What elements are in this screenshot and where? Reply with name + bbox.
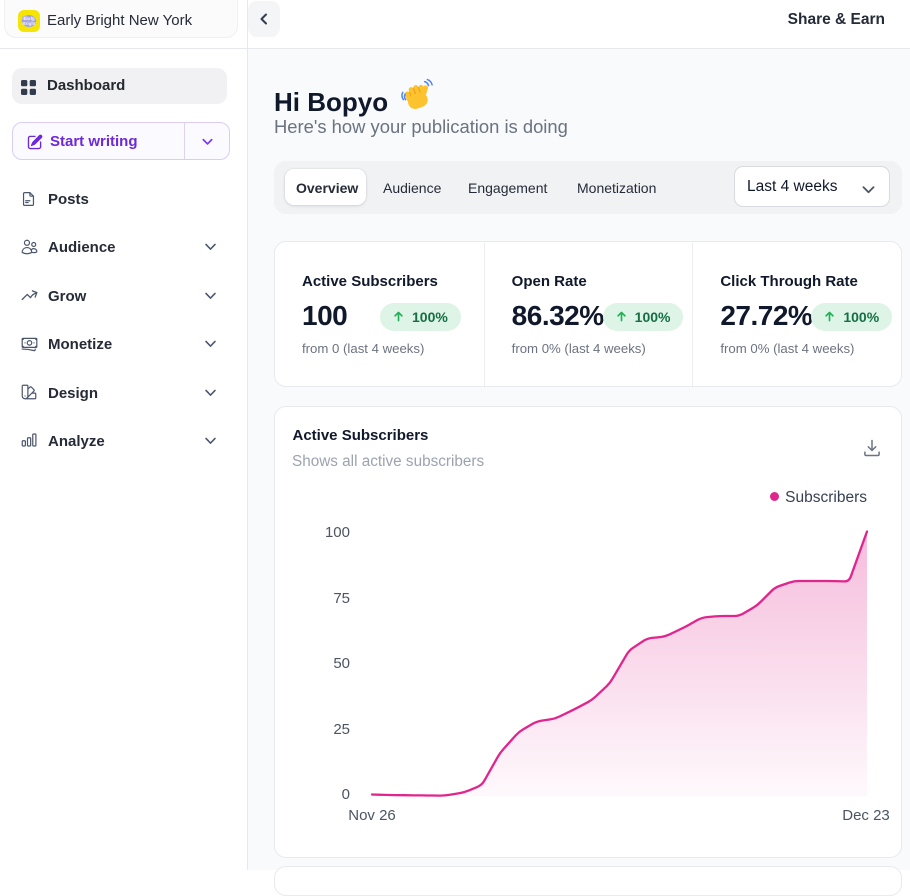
svg-text:25: 25	[333, 721, 350, 738]
svg-text:Nov 26: Nov 26	[348, 807, 396, 824]
svg-text:0: 0	[342, 786, 350, 803]
svg-text:Bright: Bright	[22, 21, 36, 26]
svg-text:100: 100	[325, 524, 350, 541]
svg-text:75: 75	[333, 590, 350, 607]
svg-text:50: 50	[333, 655, 350, 672]
svg-text:Dec 23: Dec 23	[842, 807, 890, 824]
